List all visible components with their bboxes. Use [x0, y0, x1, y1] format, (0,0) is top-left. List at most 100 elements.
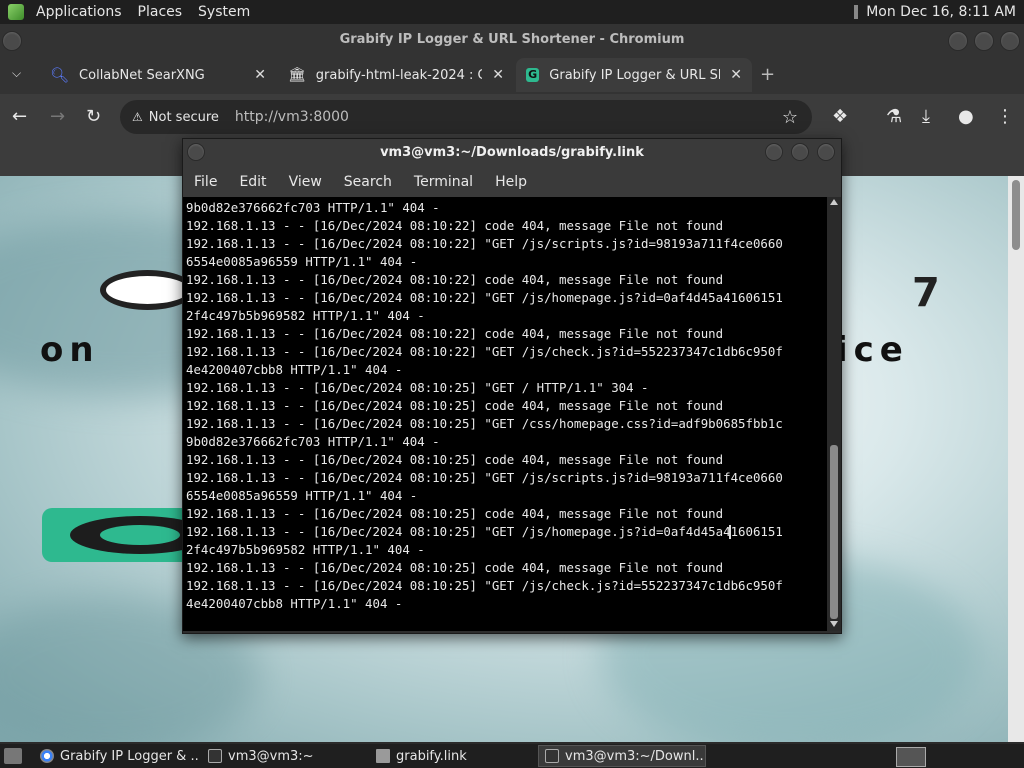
terminal-output[interactable]: 9b0d82e376662fc703 HTTP/1.1" 404 - 192.16… — [183, 197, 827, 631]
tab-label: grabify-html-leak-2024 : Gra — [315, 67, 482, 83]
menu-view[interactable]: View — [278, 174, 333, 190]
profile-icon[interactable]: ● — [958, 106, 974, 127]
terminal-line: 6554e0085a96559 HTTP/1.1" 404 - — [186, 488, 418, 503]
menu-file[interactable]: File — [183, 174, 228, 190]
archive-icon: 🏛︎ — [288, 67, 306, 83]
terminal-close-button[interactable] — [817, 143, 835, 161]
chevron-down-icon[interactable]: ⌵ — [12, 66, 21, 81]
bottom-taskbar: Grabify IP Logger & ... vm3@vm3:~ grabif… — [0, 744, 1024, 768]
terminal-window[interactable]: vm3@vm3:~/Downloads/grabify.link File Ed… — [182, 138, 842, 634]
warning-icon: ⚠︎ — [132, 110, 143, 124]
tab-searxng[interactable]: 🔍︎ CollabNet SearXNG ✕ — [40, 58, 276, 92]
terminal-scrollbar-thumb[interactable] — [830, 445, 838, 619]
browser-title-bar[interactable]: Grabify IP Logger & URL Shortener - Chro… — [0, 24, 1024, 56]
terminal-line: 192.168.1.13 - - [16/Dec/2024 08:10:22] … — [186, 290, 783, 305]
terminal-line: 192.168.1.13 - - [16/Dec/2024 08:10:22] … — [186, 218, 724, 233]
page-scrollbar-thumb[interactable] — [1012, 180, 1020, 250]
terminal-title-bar[interactable]: vm3@vm3:~/Downloads/grabify.link — [183, 139, 841, 167]
logo-fragment-icon: 7 — [912, 270, 940, 316]
download-icon[interactable]: ⤓ — [922, 106, 930, 127]
taskbar-item-label: vm3@vm3:~ — [228, 748, 314, 764]
tab-label: Grabify IP Logger & URL Shor — [549, 67, 720, 83]
terminal-line: 192.168.1.13 - - [16/Dec/2024 08:10:25] … — [186, 560, 724, 575]
system-menu[interactable]: System — [190, 4, 258, 20]
terminal-line: 192.168.1.13 - - [16/Dec/2024 08:10:25] … — [186, 470, 783, 485]
places-menu[interactable]: Places — [130, 4, 191, 20]
taskbar-item-terminal-downloads[interactable]: vm3@vm3:~/Downl... — [538, 745, 706, 767]
menu-help[interactable]: Help — [484, 174, 538, 190]
close-tab-icon[interactable]: ✕ — [254, 67, 266, 83]
terminal-line: 2f4c497b5b969582 HTTP/1.1" 404 - — [186, 308, 425, 323]
terminal-line: 192.168.1.13 - - [16/Dec/2024 08:10:25] … — [186, 452, 724, 467]
minimize-button[interactable] — [948, 31, 968, 51]
close-window-button[interactable] — [1000, 31, 1020, 51]
scroll-up-arrow-icon[interactable] — [830, 199, 838, 205]
tab-label: CollabNet SearXNG — [79, 67, 205, 83]
close-tab-icon[interactable]: ✕ — [730, 67, 742, 83]
terminal-line: 9b0d82e376662fc703 HTTP/1.1" 404 - — [186, 200, 440, 215]
terminal-line: 6554e0085a96559 HTTP/1.1" 404 - — [186, 254, 418, 269]
terminal-icon — [545, 749, 559, 763]
folder-icon — [376, 749, 390, 763]
terminal-line: 192.168.1.13 - - [16/Dec/2024 08:10:22] … — [186, 344, 783, 359]
terminal-menubar: File Edit View Search Terminal Help — [183, 167, 841, 197]
text-cursor-icon — [729, 525, 731, 539]
terminal-line: 4e4200407cbb8 HTTP/1.1" 404 - — [186, 362, 403, 377]
taskbar-item-label: Grabify IP Logger & ... — [60, 748, 200, 764]
terminal-window-menu-button[interactable] — [187, 143, 205, 161]
terminal-icon — [208, 749, 222, 763]
chromium-icon — [40, 749, 54, 763]
site-info-chip[interactable]: ⚠︎ Not secure — [120, 110, 229, 125]
terminal-line: 192.168.1.13 - - [16/Dec/2024 08:10:22] … — [186, 326, 724, 341]
grabify-logo-icon — [100, 270, 195, 310]
terminal-line: 192.168.1.13 - - [16/Dec/2024 08:10:25] … — [186, 380, 649, 395]
panel-clock[interactable]: Mon Dec 16, 8:11 AM — [866, 4, 1016, 20]
terminal-scrollbar[interactable] — [827, 197, 841, 631]
taskbar-item-terminal-home[interactable]: vm3@vm3:~ — [202, 745, 368, 767]
tab-grabify[interactable]: G Grabify IP Logger & URL Shor ✕ — [516, 58, 752, 92]
scroll-down-arrow-icon[interactable] — [830, 621, 838, 627]
distro-logo-icon[interactable] — [8, 4, 24, 20]
security-label: Not secure — [148, 109, 219, 125]
badge-hole — [100, 525, 180, 545]
labs-flask-icon[interactable]: ⚗︎ — [886, 106, 902, 127]
menu-kebab-icon[interactable]: ⋮ — [996, 106, 1014, 127]
maximize-button[interactable] — [974, 31, 994, 51]
tab-grabify-html-leak[interactable]: 🏛︎ grabify-html-leak-2024 : Gra ✕ — [278, 58, 514, 92]
forward-arrow-icon[interactable]: → — [50, 106, 65, 127]
top-panel: Applications Places System Mon Dec 16, 8… — [0, 0, 1024, 24]
search-icon: 🔍︎ — [50, 66, 70, 84]
workspace-switcher[interactable] — [896, 747, 926, 767]
menu-terminal[interactable]: Terminal — [403, 174, 484, 190]
menu-search[interactable]: Search — [333, 174, 403, 190]
terminal-line: 9b0d82e376662fc703 HTTP/1.1" 404 - — [186, 434, 440, 449]
terminal-minimize-button[interactable] — [765, 143, 783, 161]
page-tagline-right: ice — [836, 330, 909, 370]
url-text[interactable]: http://vm3:8000 — [229, 109, 349, 125]
extensions-icon[interactable]: ❖ — [832, 106, 848, 127]
close-tab-icon[interactable]: ✕ — [492, 67, 504, 83]
address-bar[interactable]: ⚠︎ Not secure http://vm3:8000 ☆ — [120, 100, 812, 134]
terminal-maximize-button[interactable] — [791, 143, 809, 161]
back-arrow-icon[interactable]: ← — [12, 106, 27, 127]
terminal-line: 192.168.1.13 - - [16/Dec/2024 08:10:22] … — [186, 236, 783, 251]
grabify-icon: G — [526, 68, 540, 82]
terminal-line: 2f4c497b5b969582 HTTP/1.1" 404 - — [186, 542, 425, 557]
applications-menu[interactable]: Applications — [28, 4, 130, 20]
taskbar-item-chromium[interactable]: Grabify IP Logger & ... — [34, 745, 200, 767]
terminal-line: 4e4200407cbb8 HTTP/1.1" 404 - — [186, 596, 403, 611]
terminal-line: 192.168.1.13 - - [16/Dec/2024 08:10:25] … — [186, 398, 724, 413]
reload-icon[interactable]: ↻ — [86, 106, 101, 127]
browser-window-title: Grabify IP Logger & URL Shortener - Chro… — [339, 32, 685, 47]
new-tab-button[interactable]: + — [760, 64, 775, 85]
window-menu-button[interactable] — [2, 31, 22, 51]
taskbar-item-folder[interactable]: grabify.link — [370, 745, 536, 767]
bookmark-star-icon[interactable]: ☆ — [782, 107, 798, 128]
panel-separator-icon — [854, 5, 859, 19]
terminal-title: vm3@vm3:~/Downloads/grabify.link — [380, 145, 644, 160]
menu-edit[interactable]: Edit — [228, 174, 277, 190]
terminal-line: 192.168.1.13 - - [16/Dec/2024 08:10:25] … — [186, 506, 724, 521]
terminal-line: 192.168.1.13 - - [16/Dec/2024 08:10:22] … — [186, 272, 724, 287]
page-scrollbar[interactable] — [1008, 176, 1024, 742]
show-desktop-icon[interactable] — [4, 748, 22, 764]
